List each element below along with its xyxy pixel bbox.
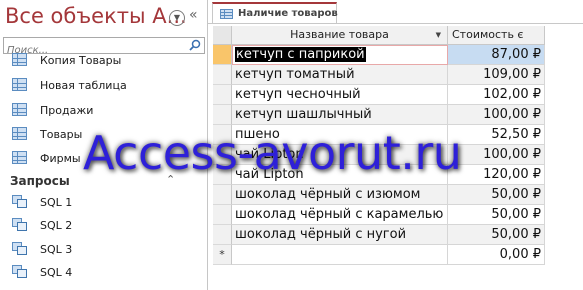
new-record-row[interactable]: * 0,00 ₽ <box>213 245 545 265</box>
table-icon <box>12 103 27 116</box>
table-row[interactable]: шоколад чёрный с изюмом 50,00 ₽ <box>213 185 545 205</box>
cell-price[interactable]: 87,00 ₽ <box>448 45 545 65</box>
cell-price[interactable]: 100,00 ₽ <box>448 145 545 165</box>
cell-price[interactable]: 52,50 ₽ <box>448 125 545 145</box>
new-record-marker[interactable]: * <box>213 245 232 265</box>
query-icon <box>12 218 27 231</box>
sort-dropdown-icon[interactable]: ▼ <box>436 26 441 44</box>
chevron-down-icon[interactable]: ▼ <box>169 10 185 26</box>
nav-item-label: SQL 4 <box>40 266 73 279</box>
cell-price[interactable]: 102,00 ₽ <box>448 85 545 105</box>
nav-item-table[interactable]: Продажи <box>0 100 207 120</box>
record-selector[interactable] <box>213 85 232 105</box>
cell-product-name[interactable]: кетчуп чесночный <box>232 85 448 105</box>
table-icon <box>12 127 27 140</box>
cell-product-name[interactable]: кетчуп с паприкой <box>232 45 448 65</box>
table-icon <box>12 78 27 91</box>
nav-item-label: Копия Товары <box>40 54 122 67</box>
table-icon <box>12 53 27 66</box>
cell-price[interactable]: 109,00 ₽ <box>448 65 545 85</box>
record-selector[interactable] <box>213 225 232 245</box>
nav-item-label: Товары <box>40 128 83 141</box>
nav-header[interactable]: Все объекты А... ▼ « <box>0 0 207 36</box>
record-selector[interactable] <box>213 45 232 65</box>
table-row[interactable]: кетчуп с паприкой 87,00 ₽ <box>213 45 545 65</box>
column-header-name[interactable]: Название товара ▼ <box>232 26 448 45</box>
query-icon <box>12 195 27 208</box>
table-row[interactable]: кетчуп томатный 109,00 ₽ <box>213 65 545 85</box>
tab-availability[interactable]: Наличие товаров <box>212 2 338 24</box>
tab-strip-divider <box>208 23 583 24</box>
column-header-price[interactable]: Стоимость є <box>448 26 545 45</box>
tab-label: Наличие товаров <box>238 8 338 19</box>
nav-item-label: SQL 3 <box>40 243 73 256</box>
section-header-queries[interactable]: Запросы <box>10 174 70 188</box>
table-icon <box>12 151 27 164</box>
table-row[interactable]: шоколад чёрный с нугой 50,00 ₽ <box>213 225 545 245</box>
cell-product-name[interactable]: кетчуп томатный <box>232 65 448 85</box>
table-icon <box>220 9 233 19</box>
nav-item-label: SQL 1 <box>40 196 73 209</box>
cell-price[interactable]: 50,00 ₽ <box>448 185 545 205</box>
cell-price[interactable]: 50,00 ₽ <box>448 205 545 225</box>
nav-item-table[interactable]: Новая таблица <box>0 75 207 95</box>
query-icon <box>12 242 27 255</box>
cell-product-name[interactable]: шоколад чёрный с нугой <box>232 225 448 245</box>
record-selector[interactable] <box>213 205 232 225</box>
record-selector[interactable] <box>213 65 232 85</box>
watermark-text: Access-avorut.ru <box>83 126 462 180</box>
nav-item-label: SQL 2 <box>40 219 73 232</box>
nav-item-query[interactable]: SQL 2 <box>0 215 207 235</box>
cell-product-name[interactable]: кетчуп шашлычный <box>232 105 448 125</box>
nav-item-label: Фирмы <box>40 152 81 165</box>
cell-price[interactable]: 120,00 ₽ <box>448 165 545 185</box>
table-row[interactable]: шоколад чёрный с карамелью 50,00 ₽ <box>213 205 545 225</box>
nav-item-label: Новая таблица <box>40 79 127 92</box>
nav-item-query[interactable]: SQL 4 <box>0 262 207 282</box>
cell-product-name[interactable]: шоколад чёрный с изюмом <box>232 185 448 205</box>
cell-price[interactable]: 0,00 ₽ <box>448 245 545 265</box>
nav-title[interactable]: Все объекты А... <box>5 4 187 28</box>
cell-product-name[interactable] <box>232 245 448 265</box>
select-all-corner[interactable] <box>213 26 232 45</box>
nav-item-query[interactable]: SQL 3 <box>0 239 207 259</box>
nav-item-table[interactable]: Копия Товары <box>0 50 207 70</box>
nav-item-query[interactable]: SQL 1 <box>0 192 207 212</box>
record-selector[interactable] <box>213 105 232 125</box>
table-row[interactable]: кетчуп шашлычный 100,00 ₽ <box>213 105 545 125</box>
table-row[interactable]: кетчуп чесночный 102,00 ₽ <box>213 85 545 105</box>
cell-product-name[interactable]: шоколад чёрный с карамелью <box>232 205 448 225</box>
collapse-pane-icon[interactable]: « <box>189 7 198 23</box>
record-selector[interactable] <box>213 185 232 205</box>
query-icon <box>12 265 27 278</box>
cell-price[interactable]: 50,00 ₽ <box>448 225 545 245</box>
nav-item-label: Продажи <box>40 104 94 117</box>
cell-price[interactable]: 100,00 ₽ <box>448 105 545 125</box>
